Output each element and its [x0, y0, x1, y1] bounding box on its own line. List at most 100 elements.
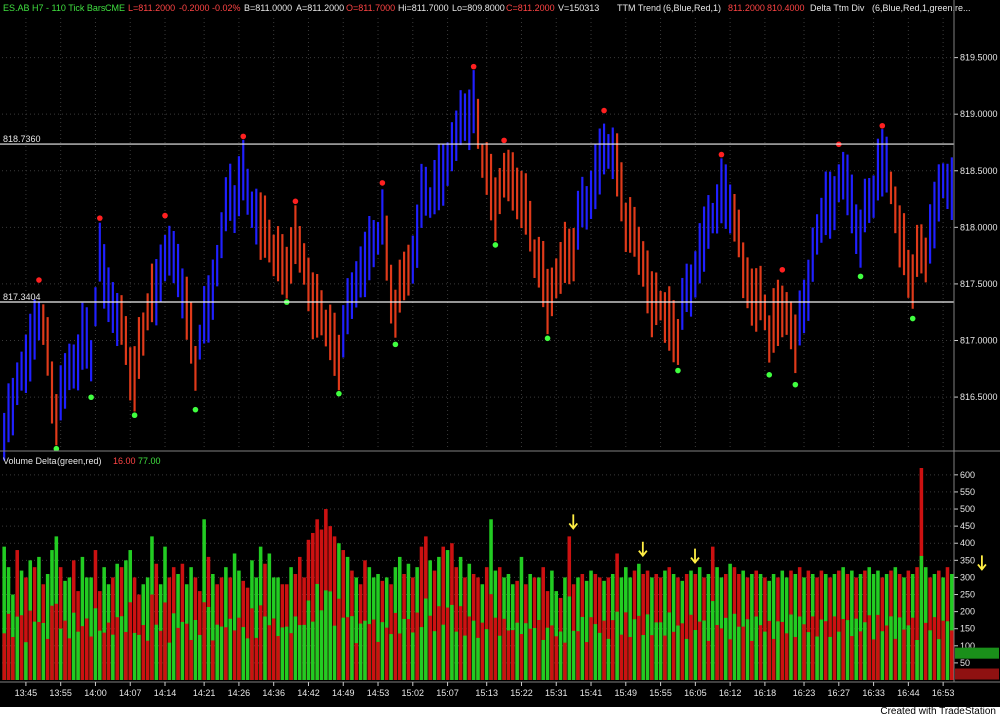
time-tick-label: 14:36: [262, 688, 285, 698]
volume-delta-bar-secondary: [276, 636, 280, 680]
volume-delta-bar-secondary: [745, 619, 750, 680]
volume-delta-bar-secondary: [380, 622, 385, 680]
volume-delta-bar-secondary: [784, 633, 789, 680]
chart-svg: ES.AB H7 - 110 Tick Bars CME L=811.2000 …: [0, 0, 1000, 707]
volume-delta-bar-secondary: [897, 617, 902, 680]
time-tick-label: 15:07: [436, 688, 459, 698]
volume-delta-bar-secondary: [241, 627, 246, 680]
reference-line-label: 817.3404: [3, 292, 41, 302]
volume-delta-bar-secondary: [776, 621, 780, 680]
volume-delta-bar-secondary: [854, 618, 858, 680]
volume-delta-bar-secondary: [497, 635, 502, 680]
volume-delta-bar-secondary: [554, 636, 559, 680]
volume-delta-bar-secondary: [650, 635, 654, 680]
volume-delta-bar-secondary: [176, 627, 180, 680]
volume-delta-bar-secondary: [332, 625, 337, 680]
time-tick-label: 14:53: [367, 688, 390, 698]
volume-delta-bar-secondary: [467, 616, 472, 680]
volume-delta-bar-secondary: [624, 612, 628, 680]
pivot-high-dot: [379, 180, 386, 186]
volume-delta-bar-secondary: [393, 612, 398, 680]
volume-delta-bar-secondary: [450, 604, 454, 680]
volume-delta-bar-secondary: [724, 617, 728, 680]
volume-delta-bar-secondary: [615, 611, 619, 680]
volume-delta-bar-secondary: [193, 619, 198, 680]
volume-delta-bar-secondary: [697, 621, 702, 680]
volume-delta-bar-secondary: [684, 638, 689, 680]
volume-delta-bar-secondary: [602, 620, 606, 680]
volume-delta-bar-secondary: [24, 642, 28, 680]
volume-delta-params: (green,red): [57, 456, 102, 466]
volume-delta-bar-secondary: [211, 640, 215, 680]
volume-delta-bar-secondary: [584, 642, 589, 680]
pivot-low-dot: [909, 315, 916, 322]
close-label: C=811.2000: [506, 3, 555, 13]
indicator1-value1: 811.2000: [728, 3, 765, 13]
volume-delta-bar-secondary: [106, 622, 111, 680]
volume-delta-bar-secondary: [267, 625, 272, 680]
volume-delta-bar-secondary: [680, 623, 685, 680]
volume-delta-bar-secondary: [237, 617, 241, 680]
volume-tick-label: 600: [960, 470, 975, 480]
volume-delta-bar-secondary: [480, 622, 485, 680]
volume-delta-bar-secondary: [802, 624, 806, 680]
volume-delta-bar-secondary: [98, 630, 102, 680]
price-tick-label: 818.0000: [960, 222, 998, 232]
volume-delta-bar-secondary: [384, 627, 389, 680]
volume-delta-bar-secondary: [11, 637, 15, 680]
volume-delta-bar-secondary: [676, 625, 680, 680]
volume-delta-bar-secondary: [128, 602, 133, 680]
volume-delta-bar-secondary: [180, 621, 185, 680]
volume-delta-bar-secondary: [728, 639, 732, 680]
volume-delta-bar-secondary: [571, 630, 576, 680]
indicator1-params: (6,Blue,Red,1): [663, 3, 721, 13]
volume-delta-bar-secondary: [337, 598, 341, 680]
pivot-high-dot: [779, 266, 786, 273]
volume-delta-bar-secondary: [541, 639, 545, 680]
time-tick-label: 14:42: [297, 688, 320, 698]
time-tick-label: 16:23: [793, 688, 816, 698]
volume-delta-bar-secondary: [293, 616, 298, 680]
price-tick-label: 817.5000: [960, 279, 998, 289]
volume-delta-bar-secondary: [28, 610, 33, 680]
time-tick-label: 14:14: [154, 688, 177, 698]
volume-delta-bar-secondary: [545, 627, 550, 680]
pivot-high-dot: [292, 198, 299, 205]
volume-delta-bar-secondary: [889, 616, 893, 680]
volume-delta-bar-secondary: [737, 626, 741, 680]
pivot-low-dot: [492, 242, 499, 248]
volume-delta-bar-secondary: [915, 640, 919, 680]
volume-delta-bar-secondary: [741, 626, 745, 680]
pivot-low-dot: [766, 371, 773, 378]
volume-delta-bar-secondary: [580, 616, 585, 680]
volume-delta-bar-secondary: [654, 622, 659, 680]
volume-delta-bar-secondary: [476, 637, 480, 680]
volume-delta-bar-secondary: [284, 626, 289, 680]
time-tick-label: 15:13: [475, 688, 498, 698]
volume-delta-bar-secondary: [54, 603, 59, 680]
volume-delta-bar-secondary: [254, 637, 259, 680]
volume-delta-bar-secondary: [354, 643, 359, 680]
indicator1-value2: 810.4000: [767, 3, 805, 13]
time-tick-label: 15:02: [402, 688, 425, 698]
volume-delta-bar-secondary: [502, 618, 506, 680]
pivot-high-dot: [162, 212, 168, 219]
volume-delta-bar-secondary: [524, 623, 528, 680]
volume-label: V=150313: [558, 3, 599, 13]
volume-delta-bar-secondary: [463, 635, 467, 680]
volume-delta-bar-secondary: [367, 624, 372, 680]
price-tick-label: 817.0000: [960, 336, 998, 346]
volume-tick-label: 450: [960, 521, 975, 531]
volume-delta-bar-secondary: [184, 623, 189, 680]
volume-delta-bar-secondary: [306, 600, 311, 680]
volume-delta-bar-secondary: [815, 636, 819, 680]
volume-delta-bar-secondary: [345, 617, 350, 680]
volume-delta-bar-secondary: [797, 616, 802, 680]
volume-delta-bar-secondary: [389, 634, 393, 680]
price-tick-label: 819.5000: [960, 53, 998, 63]
last-price-label: L=811.2000: [128, 3, 175, 13]
volume-delta-bar-secondary: [719, 628, 724, 680]
volume-delta-bar-secondary: [41, 622, 46, 680]
volume-delta-bar-secondary: [154, 624, 159, 680]
pivot-low-dot: [192, 406, 199, 413]
